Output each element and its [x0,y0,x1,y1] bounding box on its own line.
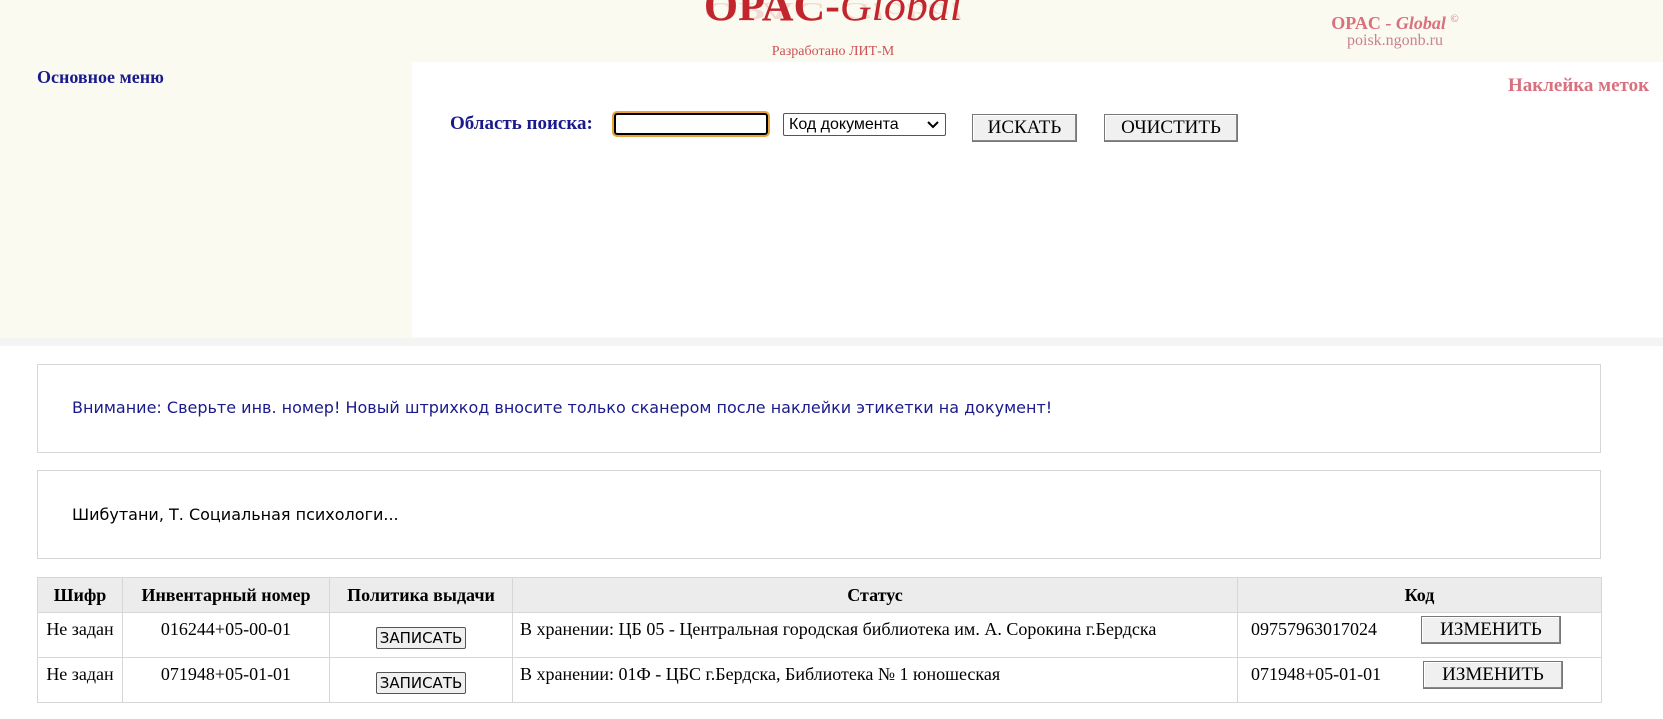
table-row: Не задан 016244+05-00-01 ЗАПИСАТЬ В хран… [37,612,1602,658]
col-header-shelf: Шифр [37,577,123,613]
search-button[interactable]: ИСКАТЬ [972,114,1077,142]
cell-status: В хранении: ЦБ 05 - Центральная городска… [512,612,1238,658]
col-header-status: Статус [512,577,1238,613]
table-row: Не задан 071948+05-01-01 ЗАПИСАТЬ В хран… [37,657,1602,703]
cell-shelf: Не задан [37,612,123,658]
col-header-inventory: Инвентарный номер [122,577,330,613]
col-header-code: Код [1237,577,1602,613]
cell-policy: ЗАПИСАТЬ [329,612,513,658]
warning-box: Внимание: Сверьте инв. номер! Новый штри… [37,364,1601,453]
table-header-row: Шифр Инвентарный номер Политика выдачи С… [37,577,1602,613]
cell-inventory: 016244+05-00-01 [122,612,330,658]
change-button[interactable]: ИЗМЕНИТЬ [1423,661,1563,689]
cell-status: В хранении: 01Ф - ЦБС г.Бердска, Библиот… [512,657,1238,703]
search-field-select[interactable]: Код документа [783,113,946,136]
document-box: Шибутани, Т. Социальная психологи... [37,470,1601,559]
clear-button[interactable]: ОЧИСТИТЬ [1104,114,1238,142]
cell-code: 071948+05-01-01 ИЗМЕНИТЬ [1237,657,1602,703]
cell-policy: ЗАПИСАТЬ [329,657,513,703]
chevron-down-icon [927,114,939,141]
record-button[interactable]: ЗАПИСАТЬ [375,672,467,694]
top-area: OPAC-Global OPAC-Global Разработано ЛИТ-… [0,0,1663,338]
record-button[interactable]: ЗАПИСАТЬ [375,627,467,649]
opac-global-logo: OPAC-Global OPAC-Global Разработано ЛИТ-… [693,0,973,62]
logo-reflection: OPAC-Global [703,0,963,25]
search-field-select-value: Код документа [789,116,899,133]
search-panel: Наклейка меток Область поиска: Код докум… [412,62,1663,337]
brand-url: poisk.ngonb.ru [1347,32,1443,49]
logo-subtitle: Разработано ЛИТ-М [771,44,895,59]
section-title: Наклейка меток [1508,75,1650,96]
brand-name: OPAC - Global © [1331,13,1459,33]
change-button[interactable]: ИЗМЕНИТЬ [1421,616,1561,644]
main-menu-link[interactable]: Основное меню [37,67,164,88]
barcode-value: 071948+05-01-01 [1251,664,1382,684]
cell-inventory: 071948+05-01-01 [122,657,330,703]
section-divider [0,338,1663,346]
search-area-label: Область поиска: [450,113,593,134]
document-title: Шибутани, Т. Социальная психологи... [72,505,399,524]
warning-message: Внимание: Сверьте инв. номер! Новый штри… [72,398,1053,417]
barcode-value: 09757963017024 [1251,619,1377,639]
search-input[interactable] [612,111,770,137]
col-header-policy: Политика выдачи [329,577,513,613]
holdings-table: Шифр Инвентарный номер Политика выдачи С… [37,577,1602,703]
cell-code: 09757963017024 ИЗМЕНИТЬ [1237,612,1602,658]
cell-shelf: Не задан [37,657,123,703]
